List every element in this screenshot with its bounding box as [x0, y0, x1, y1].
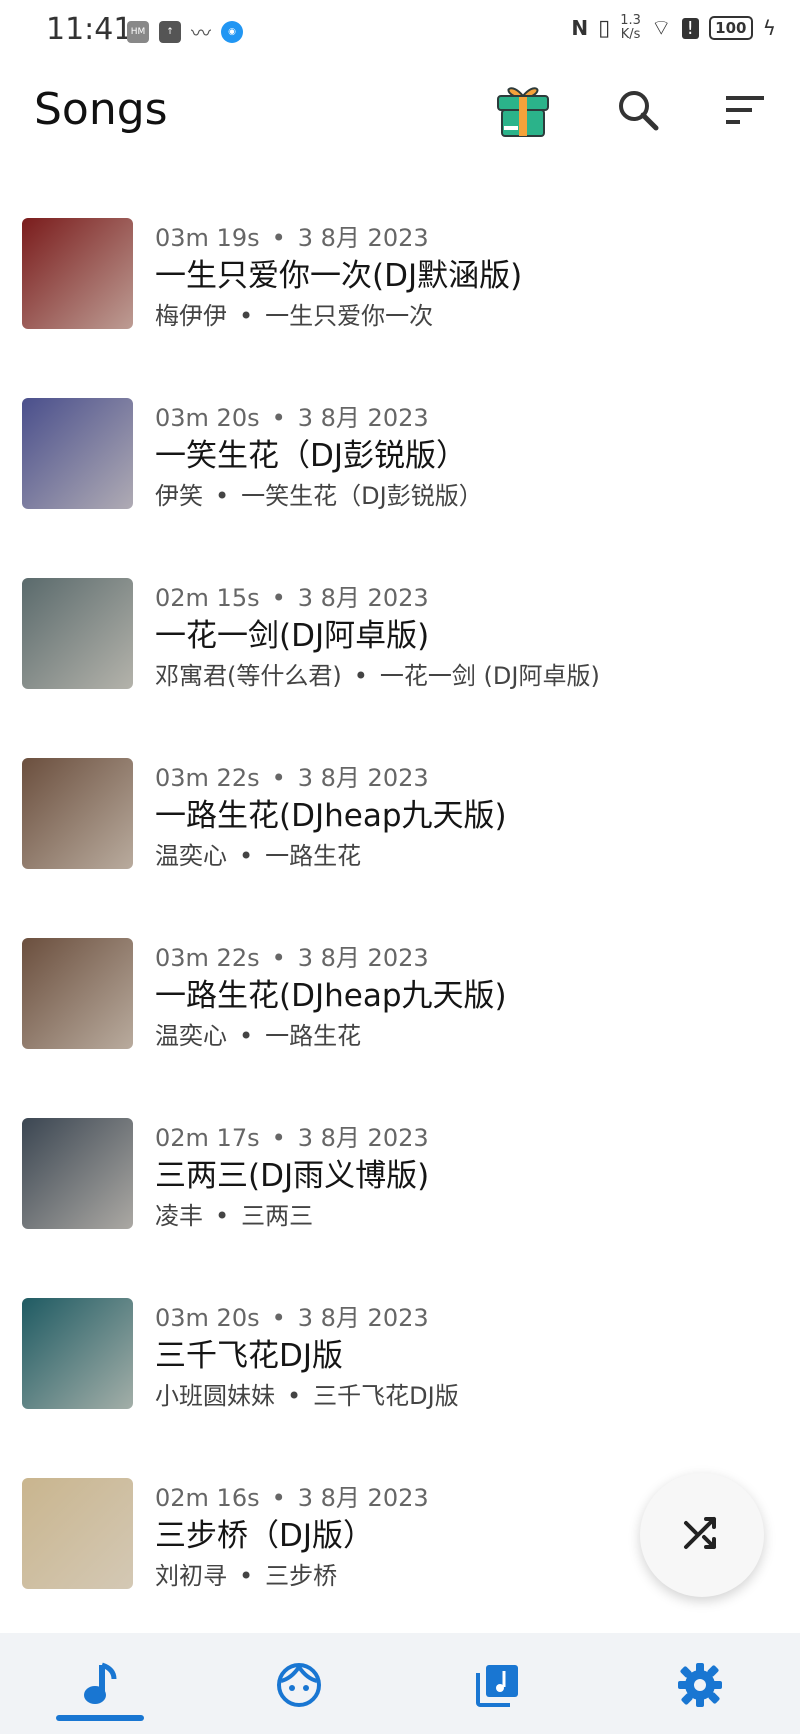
wifi-icon: ⌔ [650, 16, 672, 41]
song-meta: 02m 17s • 3 8月 2023 [155, 1124, 429, 1152]
nav-albums[interactable] [468, 1655, 528, 1715]
song-row[interactable]: 03m 19s • 3 8月 2023 一生只爱你一次(DJ默涵版) 梅伊伊 • 一生只… [0, 200, 800, 380]
song-title: 一笑生花（DJ彭锐版） [155, 438, 468, 474]
song-row[interactable]: 03m 22s • 3 8月 2023 一路生花(DJheap九天版) 温奕心 • 一路… [0, 920, 800, 1100]
album-art [22, 218, 133, 329]
song-title: 一路生花(DJheap九天版) [155, 978, 507, 1014]
upload-icon: ↑ [159, 20, 181, 43]
nfc-icon: N [571, 16, 589, 40]
song-meta: 03m 20s • 3 8月 2023 [155, 404, 429, 432]
album-art [22, 398, 133, 509]
song-title: 三步桥（DJ版） [155, 1518, 375, 1554]
nav-artists[interactable] [269, 1655, 329, 1715]
battery-indicator: 100 [708, 16, 753, 40]
sort-button[interactable] [718, 84, 770, 136]
album-art [22, 758, 133, 869]
album-art [22, 1478, 133, 1589]
song-subtitle: 小班圆妹妹 • 三千飞花DJ版 [155, 1382, 459, 1410]
song-meta: 03m 19s • 3 8月 2023 [155, 224, 429, 252]
album-art [22, 938, 133, 1049]
album-art [22, 578, 133, 689]
song-meta: 03m 20s • 3 8月 2023 [155, 1304, 429, 1332]
app-bar: Songs [0, 60, 800, 170]
music-note-icon [84, 1662, 117, 1704]
album-art [22, 1118, 133, 1229]
song-row[interactable]: 03m 20s • 3 8月 2023 一笑生花（DJ彭锐版） 伊笑 • 一笑生花（DJ… [0, 380, 800, 560]
album-library-icon [476, 1665, 518, 1707]
song-row[interactable]: 02m 15s • 3 8月 2023 一花一剑(DJ阿卓版) 邓寓君(等什么君) •… [0, 560, 800, 740]
network-speed: 1.3 K/s [620, 13, 641, 42]
song-subtitle: 刘初寻 • 三步桥 [155, 1562, 338, 1590]
status-time: 11:41 [46, 12, 133, 47]
alert-icon: ! [681, 17, 699, 39]
vibrate-icon: ▯ [598, 15, 611, 41]
settings-gear-icon [678, 1663, 722, 1707]
song-subtitle: 温奕心 • 一路生花 [155, 1022, 362, 1050]
song-subtitle: 温奕心 • 一路生花 [155, 842, 362, 870]
song-subtitle: 伊笑 • 一笑生花（DJ彭锐版） [155, 482, 483, 510]
status-right-icons: N ▯ 1.3 K/s ⌔ ! 100 ϟ [571, 14, 776, 42]
gift-icon[interactable] [492, 78, 554, 140]
song-meta: 03m 22s • 3 8月 2023 [155, 764, 429, 792]
song-title: 三两三(DJ雨义博版) [155, 1158, 430, 1194]
song-meta: 02m 16s • 3 8月 2023 [155, 1484, 429, 1512]
search-icon [619, 91, 659, 131]
sort-icon [726, 96, 764, 124]
shuffle-button[interactable] [640, 1473, 764, 1597]
link-icon: 〰 [191, 21, 211, 45]
song-title: 一生只爱你一次(DJ默涵版) [155, 258, 523, 294]
status-bar: 11:41 HM ↑ 〰 ◉ N ▯ 1.3 K/s ⌔ ! 100 ϟ [0, 0, 800, 60]
song-title: 三千飞花DJ版 [155, 1338, 344, 1374]
song-subtitle: 凌丰 • 三两三 [155, 1202, 314, 1230]
album-art [22, 1298, 133, 1409]
search-button[interactable] [612, 84, 664, 136]
browser-icon: ◉ [221, 20, 243, 43]
page-title: Songs [34, 84, 168, 135]
song-meta: 02m 15s • 3 8月 2023 [155, 584, 429, 612]
song-row[interactable]: 02m 17s • 3 8月 2023 三两三(DJ雨义博版) 凌丰 • 三两三 [0, 1100, 800, 1280]
song-title: 一路生花(DJheap九天版) [155, 798, 507, 834]
nav-settings[interactable] [670, 1655, 730, 1715]
song-meta: 03m 22s • 3 8月 2023 [155, 944, 429, 972]
song-subtitle: 梅伊伊 • 一生只爱你一次 [155, 302, 434, 330]
status-left-icons: HM ↑ 〰 ◉ [127, 17, 243, 46]
shuffle-icon [684, 1517, 716, 1549]
bottom-navigation [0, 1633, 800, 1734]
artist-face-icon [277, 1663, 321, 1707]
song-row[interactable]: 03m 22s • 3 8月 2023 一路生花(DJheap九天版) 温奕心 • 一路… [0, 740, 800, 920]
song-title: 一花一剑(DJ阿卓版) [155, 618, 430, 654]
hms-icon: HM [127, 20, 149, 43]
nav-active-indicator [56, 1715, 144, 1721]
nav-songs[interactable] [70, 1655, 130, 1715]
song-subtitle: 邓寓君(等什么君) • 一花一剑 (DJ阿卓版) [155, 662, 600, 690]
charging-icon: ϟ [762, 16, 776, 40]
song-row[interactable]: 03m 20s • 3 8月 2023 三千飞花DJ版 小班圆妹妹 • 三千飞花DJ版 [0, 1280, 800, 1460]
